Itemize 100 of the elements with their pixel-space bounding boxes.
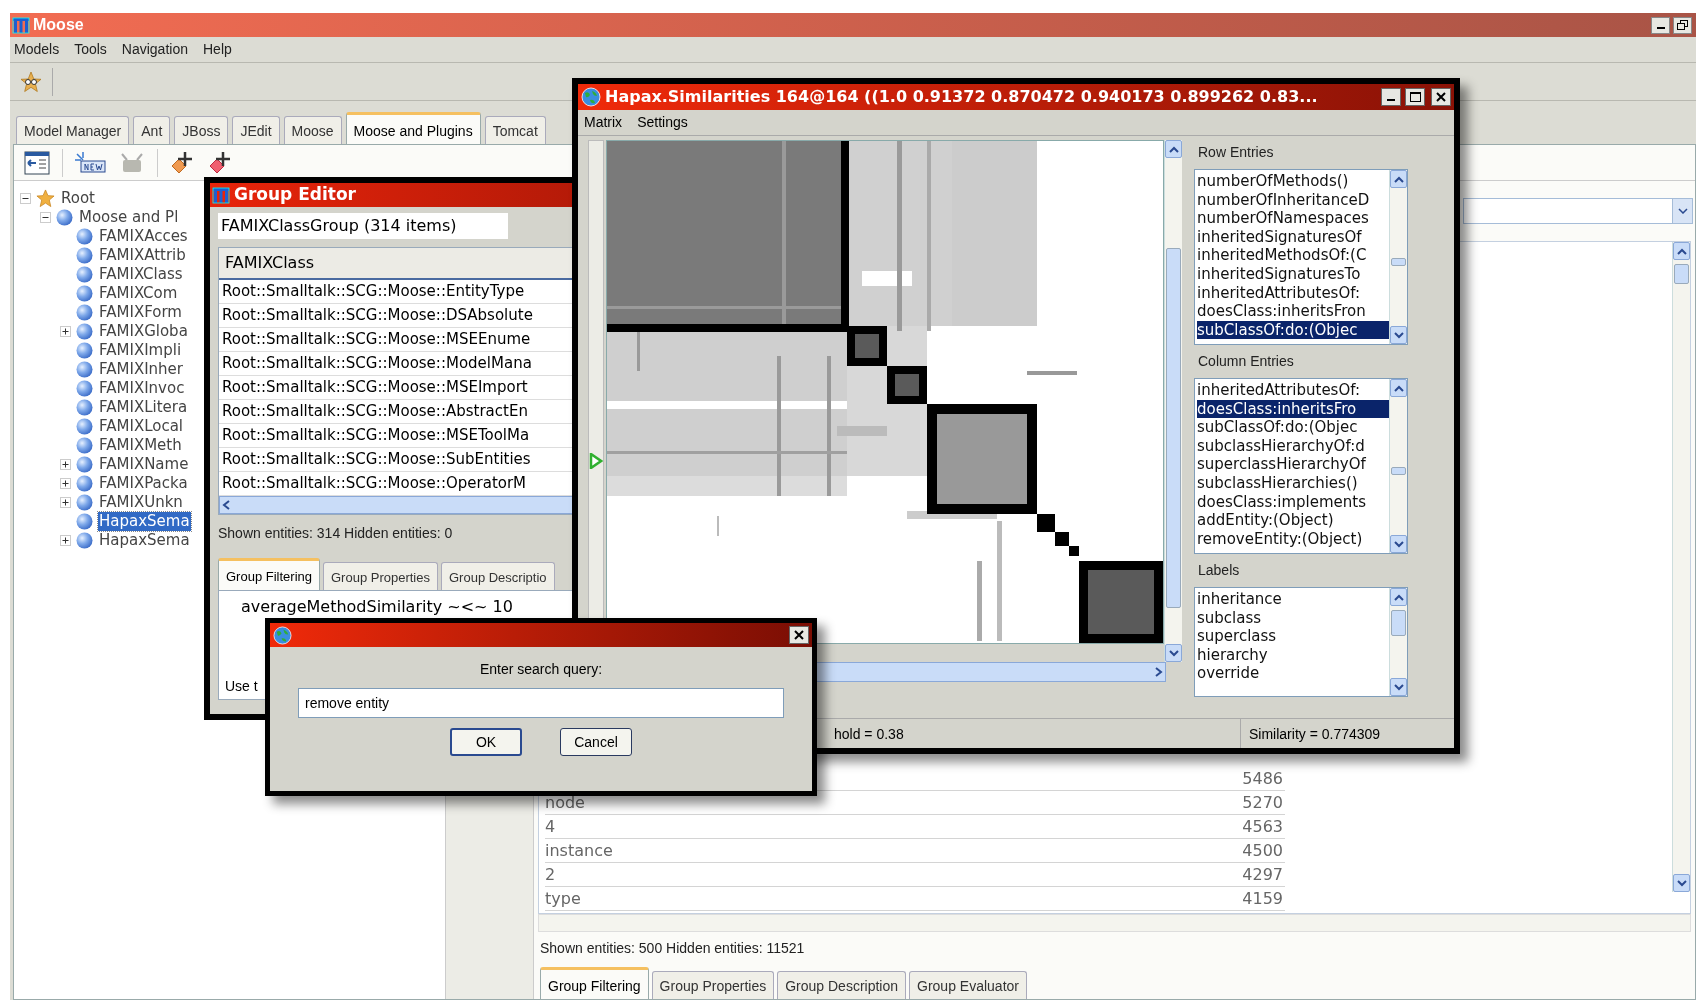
list-item[interactable]: superclassHierarchyOf xyxy=(1197,455,1389,474)
tree-item[interactable]: FAMIXAttrib xyxy=(98,246,187,265)
tab[interactable]: Group Properties xyxy=(651,971,775,999)
list-item[interactable]: doesClass:inheritsFro xyxy=(1197,399,1389,419)
maximize-button[interactable] xyxy=(1405,88,1425,106)
list-item[interactable]: inheritance xyxy=(1197,590,1389,609)
tab[interactable]: Ant xyxy=(133,116,171,144)
list-item[interactable]: doesClass:implements xyxy=(1197,492,1389,512)
list-item[interactable]: subclassHierarchies() xyxy=(1197,473,1389,493)
tree-item[interactable]: FAMIXPacka xyxy=(98,474,189,493)
list-item[interactable]: hierarchy xyxy=(1197,645,1389,665)
tree-item[interactable]: Root xyxy=(60,189,96,208)
collapse-icon[interactable] xyxy=(40,212,51,223)
list-item[interactable]: numberOfMethods() xyxy=(1197,172,1389,191)
close-button[interactable] xyxy=(789,626,809,644)
menu-item[interactable]: Help xyxy=(203,39,232,60)
menu-item[interactable]: Matrix xyxy=(584,112,623,133)
list-item[interactable]: numberOfInheritanceD xyxy=(1197,190,1389,210)
list-item[interactable]: numberOfNamespaces xyxy=(1197,209,1389,228)
scroll-thumb[interactable] xyxy=(1391,258,1406,266)
list-item[interactable]: override xyxy=(1197,664,1389,683)
tab[interactable]: Group Description xyxy=(777,971,907,999)
menu-item[interactable]: Navigation xyxy=(121,39,188,60)
tab[interactable]: Group Filtering xyxy=(218,558,320,590)
list-item[interactable]: doesClass:inheritsFron xyxy=(1197,302,1389,321)
vertical-scrollbar[interactable] xyxy=(1389,588,1407,696)
star-glasses-icon[interactable] xyxy=(20,70,42,93)
list-item[interactable]: inheritedAttributesOf: xyxy=(1197,283,1389,303)
scroll-thumb[interactable] xyxy=(1391,610,1406,636)
table-cell-text: 2 xyxy=(545,863,557,886)
tab[interactable]: Group Filtering xyxy=(540,967,649,999)
tab[interactable]: Group Properties xyxy=(323,562,438,590)
vertical-scrollbar[interactable] xyxy=(1389,170,1407,344)
vertical-scrollbar[interactable] xyxy=(1389,379,1407,553)
collapse-icon[interactable] xyxy=(20,193,31,204)
tree-item[interactable]: FAMIXUnkn xyxy=(98,493,184,512)
tree-item[interactable]: HapaxSema xyxy=(98,531,191,550)
list-item[interactable]: removeEntity:(Object) xyxy=(1197,529,1389,549)
tree-item[interactable]: HapaxSema xyxy=(98,512,191,531)
tree-item[interactable]: FAMIXGloba xyxy=(98,322,189,341)
table-cell-text: 4 xyxy=(545,815,557,838)
tree-item[interactable]: FAMIXInher xyxy=(98,360,184,379)
tree-item[interactable]: FAMIXAcces xyxy=(98,227,189,246)
vertical-scrollbar[interactable] xyxy=(1164,140,1182,662)
list-item[interactable]: inheritedAttributesOf: xyxy=(1197,381,1389,400)
menu-item[interactable]: Tools xyxy=(74,39,107,60)
tab[interactable]: Tomcat xyxy=(484,116,546,144)
expand-icon[interactable] xyxy=(60,478,71,489)
tree-item[interactable]: FAMIXLitera xyxy=(98,398,189,417)
tree-item[interactable]: FAMIXInvoc xyxy=(98,379,186,398)
list-item[interactable]: subClassOf:do:(Objec xyxy=(1197,418,1389,437)
sphere-icon xyxy=(76,361,93,378)
scroll-thumb[interactable] xyxy=(1674,264,1689,284)
expand-icon[interactable] xyxy=(60,497,71,508)
dialog-button[interactable]: Cancel xyxy=(560,728,632,756)
scroll-thumb[interactable] xyxy=(1166,248,1181,608)
list-item[interactable]: addEntity:(Object) xyxy=(1197,511,1389,530)
vertical-scrollbar[interactable] xyxy=(1672,242,1690,892)
close-button[interactable] xyxy=(1431,88,1451,106)
list-item[interactable]: subclass xyxy=(1197,608,1389,628)
table-cell-text: 4159 xyxy=(1242,887,1284,910)
tree-item[interactable]: FAMIXClass xyxy=(98,265,184,284)
expand-icon[interactable] xyxy=(60,535,71,546)
list-item[interactable]: inheritedSignaturesTo xyxy=(1197,264,1389,284)
new-group-icon[interactable] xyxy=(75,151,107,174)
tab[interactable]: JBoss xyxy=(174,116,229,144)
restore-button[interactable] xyxy=(1673,16,1692,34)
tab[interactable]: Group Evaluator xyxy=(909,971,1027,999)
expand-icon[interactable] xyxy=(60,326,71,337)
menu-item[interactable]: Settings xyxy=(637,112,688,133)
tab[interactable]: Model Manager xyxy=(16,116,130,144)
tree-item[interactable]: FAMIXMeth xyxy=(98,436,183,455)
list-item[interactable]: superclass xyxy=(1197,627,1389,646)
list-item[interactable]: inheritedMethodsOf:(C xyxy=(1197,246,1389,265)
tree-item[interactable]: FAMIXName xyxy=(98,455,190,474)
tab[interactable]: Moose xyxy=(283,116,342,144)
scroll-thumb[interactable] xyxy=(1391,467,1406,475)
menu-item[interactable]: Models xyxy=(14,39,60,60)
tree-item[interactable]: Moose and Pl xyxy=(78,208,180,227)
list-item[interactable]: subClassOf:do:(Objec xyxy=(1197,320,1389,340)
list-item[interactable]: inheritedSignaturesOf xyxy=(1197,227,1389,247)
horizontal-scrollbar[interactable] xyxy=(219,496,573,514)
dialog-button[interactable]: OK xyxy=(450,728,522,756)
list-heading: Column Entries xyxy=(1197,352,1295,371)
tab[interactable]: Group Descriptio xyxy=(441,562,555,590)
tree-item[interactable]: FAMIXForm xyxy=(98,303,183,322)
expand-icon[interactable] xyxy=(60,459,71,470)
minimize-button[interactable] xyxy=(1381,88,1401,106)
tab[interactable]: JEdit xyxy=(232,116,280,144)
search-input[interactable]: remove entity xyxy=(298,688,784,718)
tree-item[interactable]: FAMIXLocal xyxy=(98,417,185,436)
list-window-icon[interactable] xyxy=(24,150,50,175)
list-item[interactable]: subclassHierarchyOf:d xyxy=(1197,436,1389,456)
tree-item[interactable]: FAMIXCom xyxy=(98,284,179,303)
column-header[interactable]: FAMIXClass xyxy=(219,248,573,280)
tab[interactable]: Moose and Plugins xyxy=(345,112,481,144)
group-name-field[interactable]: FAMIXClassGroup (314 items) xyxy=(218,213,508,239)
minimize-button[interactable] xyxy=(1651,16,1670,34)
tree-item[interactable]: FAMIXImpli xyxy=(98,341,183,360)
slider-pointer-icon[interactable] xyxy=(589,453,603,470)
